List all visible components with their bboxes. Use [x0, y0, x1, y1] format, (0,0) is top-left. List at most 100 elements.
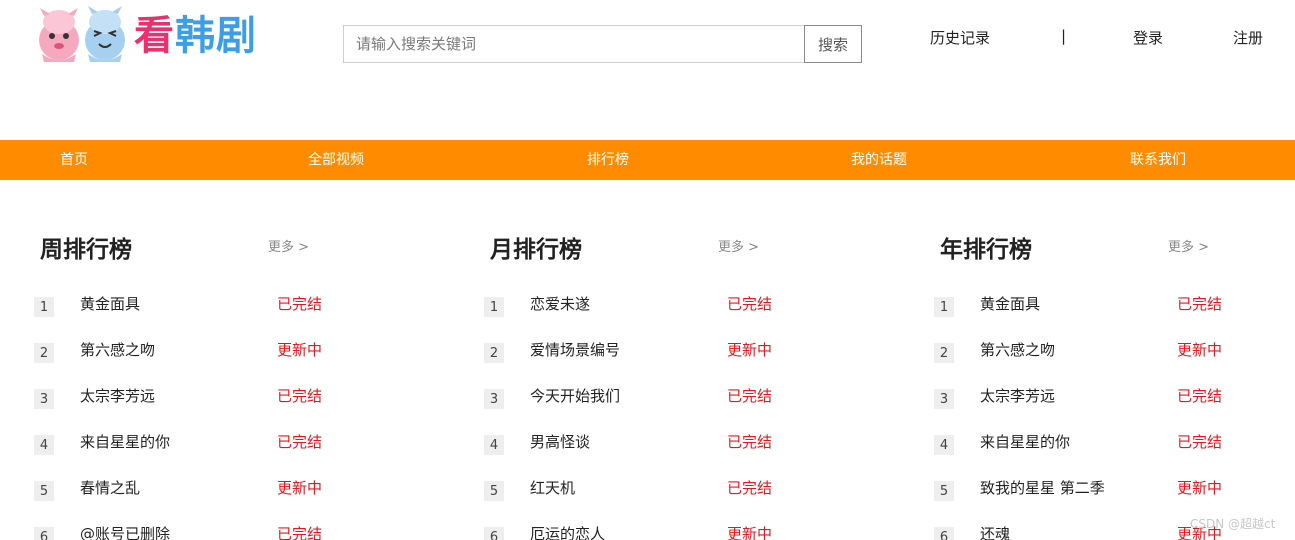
logo-char-2: 韩 [175, 13, 216, 59]
status-label: 更新中 [1177, 479, 1223, 497]
status-label: 已完结 [1177, 433, 1223, 451]
nav-my-topics[interactable]: 我的话题 [851, 140, 907, 180]
yearly-ranking-panel: 年排行榜 更多 > 1 黄金面具 已完结 2 第六感之吻 更新中 3 太宗李芳远 已完结 4… [934, 228, 1234, 540]
rank-number: 5 [484, 481, 504, 501]
rank-number: 1 [934, 297, 954, 317]
drama-title[interactable]: 第六感之吻 [80, 339, 155, 360]
rank-number: 4 [34, 435, 54, 455]
rank-number: 6 [934, 527, 954, 540]
drama-title[interactable]: 致我的星星 第二季 [980, 477, 1105, 498]
more-link[interactable]: 更多 > [268, 236, 309, 255]
history-link[interactable]: 历史记录 [930, 27, 990, 48]
site-logo[interactable]: 看韩剧 [34, 6, 279, 68]
nav-rankings[interactable]: 排行榜 [587, 140, 629, 180]
list-item[interactable]: 5 致我的星星 第二季 更新中 [934, 475, 1234, 505]
rank-number: 3 [34, 389, 54, 409]
weekly-ranking-panel: 周排行榜 更多 > 1 黄金面具 已完结 2 第六感之吻 更新中 3 太宗李芳远 已完结 4… [34, 228, 334, 540]
rank-number: 3 [484, 389, 504, 409]
list-item[interactable]: 3 太宗李芳远 已完结 [934, 383, 1234, 413]
monthly-ranking-panel: 月排行榜 更多 > 1 恋爱未遂 已完结 2 爱情场景编号 更新中 3 今天开始我们 已完结… [484, 228, 784, 540]
list-item[interactable]: 5 春情之乱 更新中 [34, 475, 334, 505]
list-item[interactable]: 4 来自星星的你 已完结 [34, 429, 334, 459]
main-nav: 首页 全部视频 排行榜 我的话题 联系我们 [0, 140, 1295, 180]
list-item[interactable]: 1 恋爱未遂 已完结 [484, 291, 784, 321]
rank-number: 5 [934, 481, 954, 501]
status-label: 更新中 [277, 341, 323, 359]
logo-char-1: 看 [134, 13, 175, 59]
drama-title[interactable]: 来自星星的你 [80, 431, 170, 452]
rank-number: 2 [484, 343, 504, 363]
drama-title[interactable]: 太宗李芳远 [980, 385, 1055, 406]
list-item[interactable]: 2 第六感之吻 更新中 [34, 337, 334, 367]
drama-title[interactable]: 今天开始我们 [530, 385, 620, 406]
nav-home[interactable]: 首页 [60, 140, 88, 180]
rank-number: 2 [934, 343, 954, 363]
drama-title[interactable]: 爱情场景编号 [530, 339, 620, 360]
status-label: 更新中 [1177, 341, 1223, 359]
drama-title[interactable]: 黄金面具 [80, 293, 140, 314]
status-label: 已完结 [727, 479, 773, 497]
drama-title[interactable]: @账号已删除 [80, 523, 170, 540]
list-item[interactable]: 5 红天机 已完结 [484, 475, 784, 505]
status-label: 已完结 [727, 387, 773, 405]
drama-title[interactable]: 黄金面具 [980, 293, 1040, 314]
watermark: CSDN @超越ct [1190, 517, 1276, 531]
list-item[interactable]: 4 男高怪谈 已完结 [484, 429, 784, 459]
panel-title: 年排行榜 [940, 237, 1032, 263]
panel-title: 周排行榜 [40, 237, 132, 263]
status-label: 已完结 [1177, 387, 1223, 405]
panel-title: 月排行榜 [490, 237, 582, 263]
status-label: 更新中 [277, 479, 323, 497]
rank-number: 4 [484, 435, 504, 455]
rank-number: 4 [934, 435, 954, 455]
search-input[interactable] [343, 25, 805, 63]
status-label: 已完结 [277, 387, 323, 405]
list-item[interactable]: 2 爱情场景编号 更新中 [484, 337, 784, 367]
rank-number: 3 [934, 389, 954, 409]
login-link[interactable]: 登录 [1133, 27, 1163, 48]
search-button[interactable]: 搜索 [804, 25, 862, 63]
status-label: 已完结 [727, 295, 773, 313]
drama-title[interactable]: 第六感之吻 [980, 339, 1055, 360]
status-label: 已完结 [277, 433, 323, 451]
status-label: 已完结 [277, 295, 323, 313]
rank-number: 1 [484, 297, 504, 317]
status-label: 更新中 [727, 341, 773, 359]
more-link[interactable]: 更多 > [718, 236, 759, 255]
list-item[interactable]: 4 来自星星的你 已完结 [934, 429, 1234, 459]
list-item[interactable]: 2 第六感之吻 更新中 [934, 337, 1234, 367]
pink-mascot-icon [39, 8, 79, 62]
drama-title[interactable]: 来自星星的你 [980, 431, 1070, 452]
drama-title[interactable]: 红天机 [530, 477, 575, 498]
list-item[interactable]: 6 @账号已删除 已完结 [34, 521, 334, 540]
list-item[interactable]: 3 太宗李芳远 已完结 [34, 383, 334, 413]
drama-title[interactable]: 春情之乱 [80, 477, 140, 498]
status-label: 已完结 [277, 525, 323, 540]
drama-title[interactable]: 还魂 [980, 523, 1010, 540]
rank-number: 6 [34, 527, 54, 540]
register-link[interactable]: 注册 [1233, 27, 1263, 48]
drama-title[interactable]: 厄运的恋人 [530, 523, 605, 540]
logo-text: 看韩剧 [134, 12, 257, 60]
header-separator: | [1061, 27, 1067, 45]
status-label: 已完结 [1177, 295, 1223, 313]
list-item[interactable]: 3 今天开始我们 已完结 [484, 383, 784, 413]
drama-title[interactable]: 太宗李芳远 [80, 385, 155, 406]
list-item[interactable]: 1 黄金面具 已完结 [934, 291, 1234, 321]
rank-number: 2 [34, 343, 54, 363]
rank-number: 5 [34, 481, 54, 501]
drama-title[interactable]: 男高怪谈 [530, 431, 590, 452]
blue-mascot-icon [85, 6, 125, 62]
rank-number: 1 [34, 297, 54, 317]
list-item[interactable]: 6 还魂 更新中 [934, 521, 1234, 540]
more-link[interactable]: 更多 > [1168, 236, 1209, 255]
list-item[interactable]: 6 厄运的恋人 更新中 [484, 521, 784, 540]
rank-number: 6 [484, 527, 504, 540]
list-item[interactable]: 1 黄金面具 已完结 [34, 291, 334, 321]
nav-all-videos[interactable]: 全部视频 [308, 140, 364, 180]
status-label: 已完结 [727, 433, 773, 451]
logo-char-3: 剧 [216, 13, 257, 59]
nav-contact-us[interactable]: 联系我们 [1130, 140, 1186, 180]
status-label: 更新中 [727, 525, 773, 540]
drama-title[interactable]: 恋爱未遂 [530, 293, 590, 314]
